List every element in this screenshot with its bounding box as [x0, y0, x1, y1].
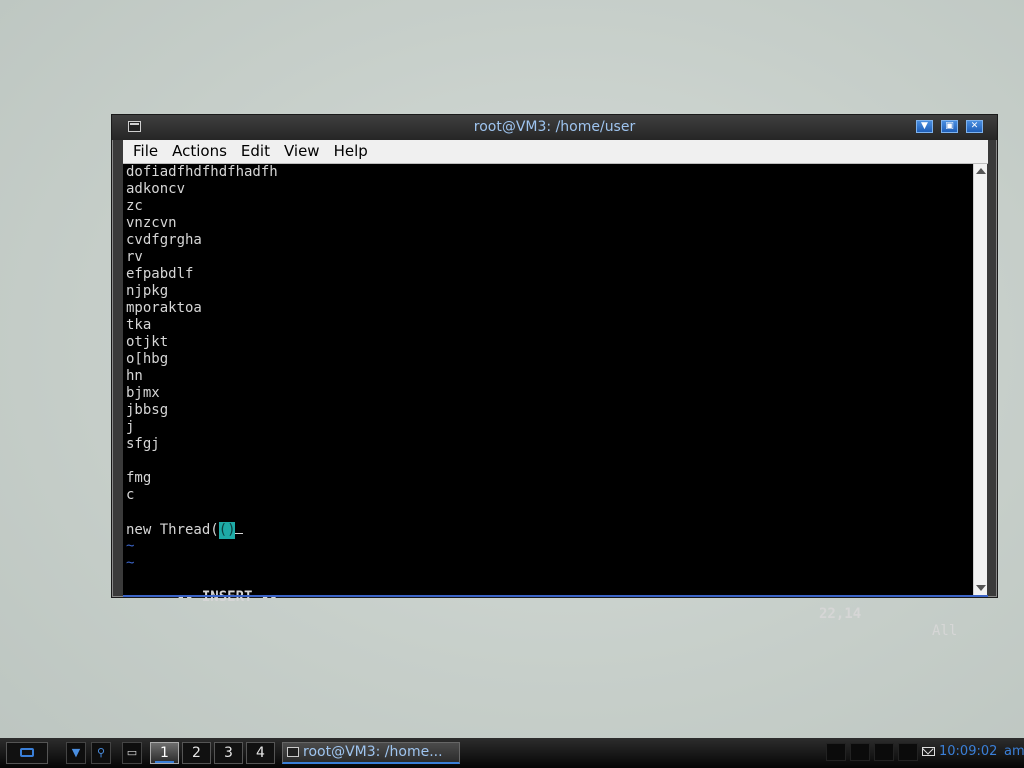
text-line: fmg: [126, 470, 152, 486]
workspace-1[interactable]: 1: [150, 742, 179, 764]
tray-icon[interactable]: [826, 743, 846, 761]
text-line: zc: [126, 198, 143, 214]
text-line: cvdfgrgha: [126, 232, 202, 248]
workspace-3[interactable]: 3: [214, 742, 243, 764]
window-border-accent: [123, 595, 988, 597]
workspace-4[interactable]: 4: [246, 742, 275, 764]
terminal-text-area[interactable]: dofiadfhdfhdfhadfh adkoncv zc vnzcvn cvd…: [123, 164, 973, 639]
menu-edit[interactable]: Edit: [234, 140, 277, 162]
text-line: j: [126, 419, 135, 435]
current-line-text: new Thread(: [126, 522, 219, 538]
chevron-down-icon[interactable]: ▼: [66, 742, 86, 764]
window-title: root@VM3: /home/user: [473, 119, 636, 135]
scroll-indicator: All: [932, 623, 958, 639]
menu-view[interactable]: View: [277, 140, 327, 162]
text-line: sfgj: [126, 436, 160, 452]
close-icon[interactable]: ✕: [966, 120, 983, 133]
text-line: c: [126, 487, 135, 503]
mail-icon[interactable]: [922, 747, 935, 756]
taskbar-window-title: root@VM3: /home...: [303, 744, 443, 760]
search-icon[interactable]: ⚲: [91, 742, 111, 764]
taskbar: ▼ ⚲ ▭ 1 2 3 4 root@VM3: /home... 10:09:0…: [0, 738, 1024, 768]
cursor-position: 22,14: [819, 606, 862, 622]
taskbar-window-button[interactable]: root@VM3: /home...: [282, 742, 460, 764]
tray-icon[interactable]: [850, 743, 870, 761]
empty-line-marker: ~: [126, 538, 135, 554]
text-line: otjkt: [126, 334, 169, 350]
workspace-label: 1: [155, 745, 174, 763]
text-line: dofiadfhdfhdfhadfh: [126, 164, 278, 180]
mode-indicator: -- INSERT --: [176, 589, 278, 605]
start-menu-button[interactable]: [6, 742, 48, 764]
text-line: jbbsg: [126, 402, 169, 418]
terminal-launcher-icon[interactable]: ▭: [122, 742, 142, 764]
scroll-down-icon[interactable]: [976, 585, 986, 591]
vim-status-line: -- INSERT -- 22,14 All: [126, 572, 961, 639]
menu-actions[interactable]: Actions: [165, 140, 234, 162]
text-line: adkoncv: [126, 181, 186, 197]
text-cursor: [234, 521, 243, 534]
clock-ampm: am: [1004, 744, 1024, 759]
terminal-window[interactable]: root@VM3: /home/user ▼ ▣ ✕ File Actions Ed…: [111, 114, 998, 639]
menubar: File Actions Edit View Help: [123, 140, 988, 164]
text-line: vnzcvn: [126, 215, 177, 231]
text-line: njpkg: [126, 283, 169, 299]
text-line: o[hbg: [126, 351, 169, 367]
empty-line-marker: ~: [126, 555, 135, 571]
menu-help[interactable]: Help: [327, 140, 375, 162]
menu-file[interactable]: File: [126, 140, 165, 162]
text-line: hn: [126, 368, 143, 384]
vertical-scrollbar[interactable]: [973, 164, 987, 595]
tray-icon[interactable]: [898, 743, 918, 761]
tray-icon[interactable]: [874, 743, 894, 761]
window-titlebar[interactable]: root@VM3: /home/user ▼ ▣ ✕: [112, 115, 997, 140]
maximize-icon[interactable]: ▣: [941, 120, 958, 133]
text-line: rv: [126, 249, 143, 265]
current-line: new Thread((): [126, 521, 243, 539]
text-line: mporaktoa: [126, 300, 202, 316]
clock[interactable]: 10:09:02: [939, 744, 997, 766]
text-line: efpabdlf: [126, 266, 194, 282]
workspace-2[interactable]: 2: [182, 742, 211, 764]
text-line: tka: [126, 317, 152, 333]
cursor-highlight: (): [218, 522, 236, 539]
minimize-icon[interactable]: ▼: [916, 120, 933, 133]
text-line: bjmx: [126, 385, 160, 401]
scroll-up-icon[interactable]: [976, 168, 986, 174]
terminal-icon: [287, 747, 299, 757]
